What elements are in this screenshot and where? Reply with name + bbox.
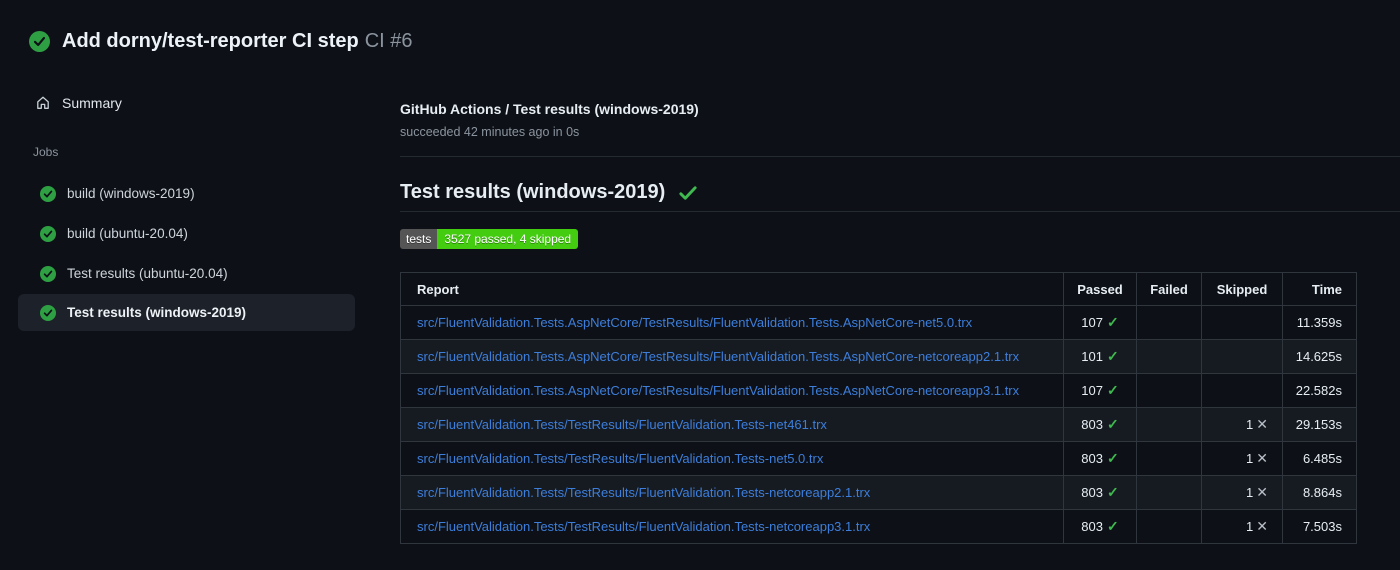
cross-icon: ✕ — [1256, 484, 1268, 500]
check-icon: ✓ — [1106, 314, 1119, 330]
sidebar-summary-label: Summary — [62, 95, 122, 111]
passed-count: 107 — [1081, 315, 1103, 330]
passed-count: 803 — [1081, 485, 1103, 500]
report-link[interactable]: src/FluentValidation.Tests/TestResults/F… — [417, 417, 827, 432]
run-number: CI #6 — [364, 30, 413, 52]
check-circle-icon — [40, 225, 56, 242]
report-link[interactable]: src/FluentValidation.Tests.AspNetCore/Te… — [417, 349, 1019, 364]
tests-badge-value: 3527 passed, 4 skipped — [437, 229, 579, 249]
time-value: 14.625s — [1282, 339, 1357, 374]
column-header-passed: Passed — [1063, 272, 1137, 306]
section-title-text: Test results (windows-2019) — [400, 181, 666, 203]
report-link[interactable]: src/FluentValidation.Tests/TestResults/F… — [417, 519, 870, 534]
passed-count: 803 — [1081, 451, 1103, 466]
column-header-skipped: Skipped — [1201, 272, 1283, 306]
check-circle-icon — [40, 265, 56, 282]
time-value: 22.582s — [1282, 373, 1357, 408]
job-label: Test results (ubuntu-20.04) — [67, 266, 228, 281]
table-row: src/FluentValidation.Tests/TestResults/F… — [400, 475, 1357, 510]
time-value: 29.153s — [1282, 407, 1357, 442]
skipped-count — [1201, 339, 1283, 374]
time-value: 7.503s — [1282, 509, 1357, 544]
time-value: 11.359s — [1282, 305, 1357, 340]
tests-badge: tests 3527 passed, 4 skipped — [400, 229, 579, 249]
check-icon — [679, 185, 697, 200]
skipped-count — [1201, 373, 1283, 408]
check-icon: ✓ — [1106, 450, 1119, 466]
table-row: src/FluentValidation.Tests.AspNetCore/Te… — [400, 339, 1357, 374]
home-icon — [37, 96, 49, 109]
passed-count: 107 — [1081, 383, 1103, 398]
divider — [400, 156, 1400, 157]
table-row: src/FluentValidation.Tests.AspNetCore/Te… — [400, 373, 1357, 408]
test-results-table: Report Passed Failed Skipped Time src/Fl… — [400, 272, 1357, 544]
job-label: Test results (windows-2019) — [67, 305, 247, 320]
failed-count — [1136, 441, 1202, 476]
sidebar-item-summary[interactable]: Summary — [35, 95, 122, 111]
skipped-count: 1 — [1246, 485, 1254, 500]
sidebar-job-build-ubuntu[interactable]: build (ubuntu-20.04) — [18, 215, 355, 252]
cross-icon: ✕ — [1256, 416, 1268, 432]
check-circle-icon — [29, 30, 50, 52]
job-label: build (windows-2019) — [67, 186, 195, 201]
column-header-time: Time — [1282, 272, 1357, 306]
sidebar-jobs-heading: Jobs — [33, 145, 59, 159]
check-circle-icon — [40, 185, 56, 202]
cross-icon: ✕ — [1256, 450, 1268, 466]
failed-count — [1136, 373, 1202, 408]
sidebar-job-testresults-ubuntu[interactable]: Test results (ubuntu-20.04) — [18, 255, 355, 292]
page-title: Add dorny/test-reporter CI step — [62, 30, 359, 52]
table-row: src/FluentValidation.Tests/TestResults/F… — [400, 509, 1357, 544]
skipped-count: 1 — [1246, 519, 1254, 534]
failed-count — [1136, 475, 1202, 510]
passed-count: 803 — [1081, 519, 1103, 534]
check-icon: ✓ — [1106, 382, 1119, 398]
check-run-title: GitHub Actions / Test results (windows-2… — [400, 101, 699, 117]
divider — [400, 211, 1400, 212]
check-run-status: succeeded 42 minutes ago in 0s — [400, 125, 580, 139]
failed-count — [1136, 339, 1202, 374]
check-icon: ✓ — [1106, 416, 1119, 432]
sidebar-job-testresults-windows[interactable]: Test results (windows-2019) — [18, 294, 355, 331]
table-row: src/FluentValidation.Tests.AspNetCore/Te… — [400, 305, 1357, 340]
column-header-report: Report — [400, 272, 1064, 306]
time-value: 8.864s — [1282, 475, 1357, 510]
time-value: 6.485s — [1282, 441, 1357, 476]
cross-icon: ✕ — [1256, 518, 1268, 534]
workflow-run-header: Add dorny/test-reporter CI step CI #6 — [29, 29, 413, 53]
skipped-count: 1 — [1246, 451, 1254, 466]
table-row: src/FluentValidation.Tests/TestResults/F… — [400, 407, 1357, 442]
passed-count: 803 — [1081, 417, 1103, 432]
check-icon: ✓ — [1106, 518, 1119, 534]
check-icon: ✓ — [1106, 484, 1119, 500]
check-icon: ✓ — [1106, 348, 1119, 364]
job-label: build (ubuntu-20.04) — [67, 226, 188, 241]
tests-badge-label: tests — [400, 229, 438, 249]
skipped-count — [1201, 305, 1283, 340]
report-link[interactable]: src/FluentValidation.Tests.AspNetCore/Te… — [417, 383, 1019, 398]
sidebar-job-build-windows[interactable]: build (windows-2019) — [18, 175, 355, 212]
section-title: Test results (windows-2019) — [400, 181, 699, 204]
report-link[interactable]: src/FluentValidation.Tests/TestResults/F… — [417, 485, 870, 500]
failed-count — [1136, 407, 1202, 442]
failed-count — [1136, 305, 1202, 340]
report-link[interactable]: src/FluentValidation.Tests/TestResults/F… — [417, 451, 823, 466]
check-circle-icon — [40, 304, 56, 321]
passed-count: 101 — [1081, 349, 1103, 364]
table-header-row: Report Passed Failed Skipped Time — [400, 272, 1357, 306]
report-link[interactable]: src/FluentValidation.Tests.AspNetCore/Te… — [417, 315, 972, 330]
table-row: src/FluentValidation.Tests/TestResults/F… — [400, 441, 1357, 476]
skipped-count: 1 — [1246, 417, 1254, 432]
column-header-failed: Failed — [1136, 272, 1202, 306]
failed-count — [1136, 509, 1202, 544]
